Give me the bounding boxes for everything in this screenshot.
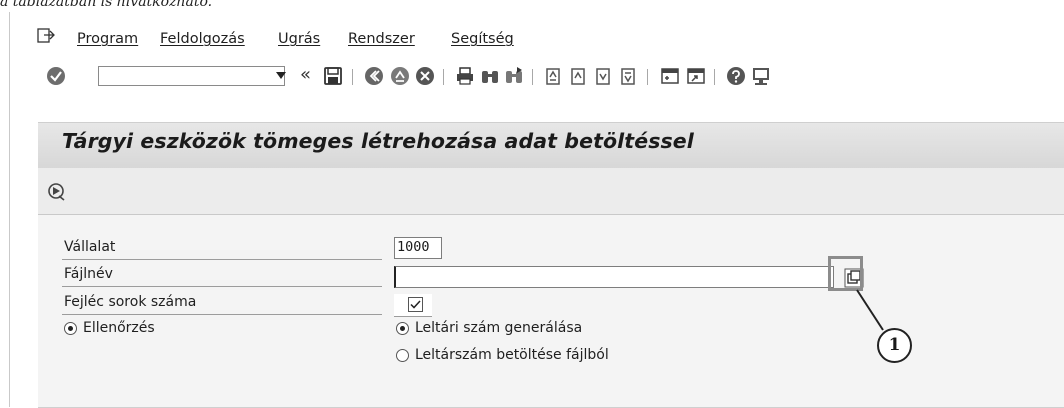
check-radio[interactable] <box>64 322 77 335</box>
company-field[interactable]: 1000 <box>394 237 442 259</box>
cut-caption: a táblázatban is hivatkozható. <box>0 0 213 10</box>
page-title: Tárgyi eszközök tömeges létrehozása adat… <box>62 129 694 153</box>
separator <box>352 69 353 85</box>
menu-segitseg[interactable]: Segítség <box>451 31 514 47</box>
help-icon[interactable] <box>726 66 746 86</box>
sap-window: Program Feldolgozás Ugrás Rendszer Segít… <box>9 12 1064 408</box>
application-toolbar <box>38 168 1064 215</box>
header-rows-label-row: Fejléc sorok száma <box>62 292 382 315</box>
check-icon[interactable] <box>46 66 66 86</box>
asset-number-from-file-label: Leltárszám betöltése fájlból <box>415 347 609 363</box>
shortcut-icon[interactable] <box>686 66 706 86</box>
filename-field[interactable] <box>394 266 834 288</box>
asset-number-from-file-radio[interactable] <box>396 349 409 362</box>
title-bar: Tárgyi eszközök tömeges létrehozása adat… <box>38 122 1064 169</box>
last-page-icon[interactable] <box>619 66 639 86</box>
asset-number-generate-label: Leltári szám generálása <box>415 320 583 336</box>
check-radio-option[interactable]: Ellenőrzés <box>64 320 264 340</box>
callout-highlight-box <box>828 256 863 291</box>
asset-number-generate-option[interactable]: Leltári szám generálása <box>396 320 656 340</box>
header-rows-cell <box>394 294 432 317</box>
company-label: Vállalat <box>64 239 116 255</box>
create-session-icon[interactable] <box>660 66 680 86</box>
find-icon[interactable] <box>480 66 500 86</box>
customize-layout-icon[interactable] <box>751 66 771 86</box>
cancel-icon[interactable] <box>415 66 435 86</box>
menu-bar: Program Feldolgozás Ugrás Rendszer Segít… <box>10 12 1064 54</box>
separator <box>532 69 533 85</box>
find-next-icon[interactable] <box>504 66 524 86</box>
callout-number-badge: 1 <box>877 328 912 363</box>
menu-program[interactable]: Program <box>77 31 138 47</box>
header-rows-checkbox[interactable] <box>408 297 423 312</box>
separator <box>714 69 715 85</box>
menu-ugras[interactable]: Ugrás <box>278 31 320 47</box>
check-radio-label: Ellenőrzés <box>83 320 155 336</box>
previous-page-icon[interactable] <box>569 66 589 86</box>
company-label-row: Vállalat <box>62 237 382 260</box>
separator <box>443 69 444 85</box>
first-page-icon[interactable] <box>544 66 564 86</box>
asset-number-from-file-option[interactable]: Leltárszám betöltése fájlból <box>396 347 696 367</box>
selection-screen: Vállalat 1000 Fájlnév Fejléc sorok száma… <box>38 215 1064 408</box>
save-icon[interactable] <box>323 66 343 86</box>
execute-icon[interactable] <box>47 182 67 202</box>
filename-label-row: Fájlnév <box>62 264 382 287</box>
menu-exit-icon[interactable] <box>37 28 55 44</box>
asset-number-generate-radio[interactable] <box>396 322 409 335</box>
header-rows-label: Fejléc sorok száma <box>64 294 197 310</box>
expand-toolbar-icon[interactable]: « <box>300 64 311 85</box>
menu-feldolgozas[interactable]: Feldolgozás <box>160 31 245 47</box>
separator <box>647 69 648 85</box>
callout-connector <box>856 289 884 331</box>
back-icon[interactable] <box>364 66 384 86</box>
exit-icon[interactable] <box>390 66 410 86</box>
menu-rendszer[interactable]: Rendszer <box>348 31 415 47</box>
filename-label: Fájlnév <box>64 266 113 282</box>
print-icon[interactable] <box>455 66 475 86</box>
chevron-down-icon[interactable] <box>276 72 286 79</box>
system-toolbar: « <box>10 54 1064 94</box>
command-field[interactable] <box>98 66 285 86</box>
next-page-icon[interactable] <box>594 66 614 86</box>
